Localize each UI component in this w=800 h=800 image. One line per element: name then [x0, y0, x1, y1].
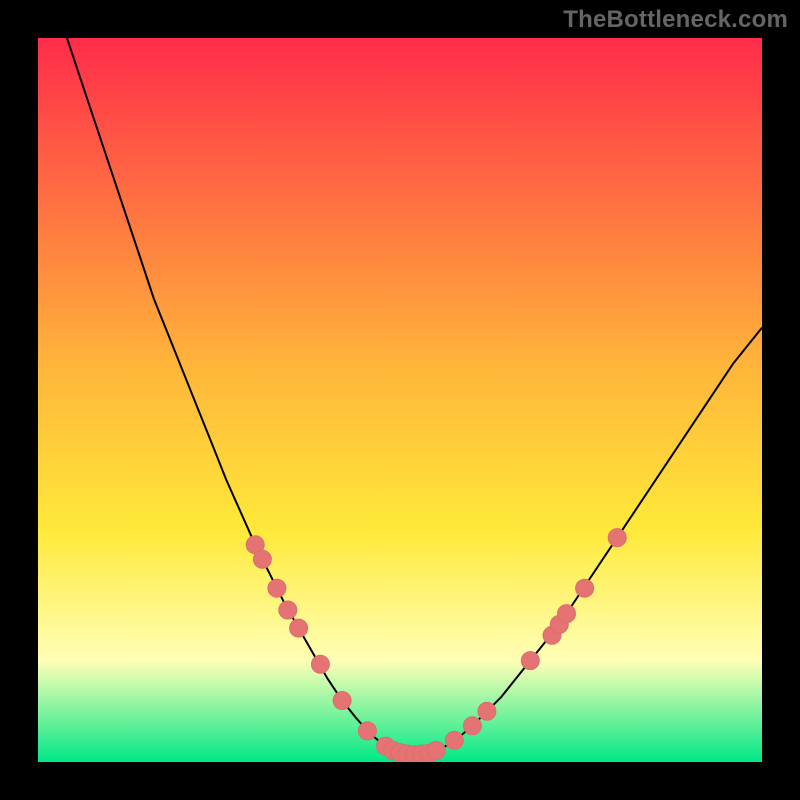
data-point-marker: [608, 529, 626, 547]
chart-svg: [38, 38, 762, 762]
plot-area: [38, 38, 762, 762]
data-point-marker: [445, 731, 463, 749]
data-point-marker: [427, 741, 445, 759]
data-point-marker: [268, 579, 286, 597]
gradient-background: [38, 38, 762, 762]
watermark-text: TheBottleneck.com: [563, 6, 788, 34]
data-point-marker: [358, 722, 376, 740]
data-point-marker: [576, 579, 594, 597]
data-point-marker: [521, 652, 539, 670]
chart-container: TheBottleneck.com: [0, 0, 800, 800]
data-point-marker: [558, 605, 576, 623]
data-point-marker: [253, 550, 271, 568]
data-point-marker: [333, 692, 351, 710]
data-point-marker: [463, 717, 481, 735]
data-point-marker: [279, 601, 297, 619]
data-point-marker: [311, 655, 329, 673]
data-point-marker: [478, 702, 496, 720]
data-point-marker: [290, 619, 308, 637]
